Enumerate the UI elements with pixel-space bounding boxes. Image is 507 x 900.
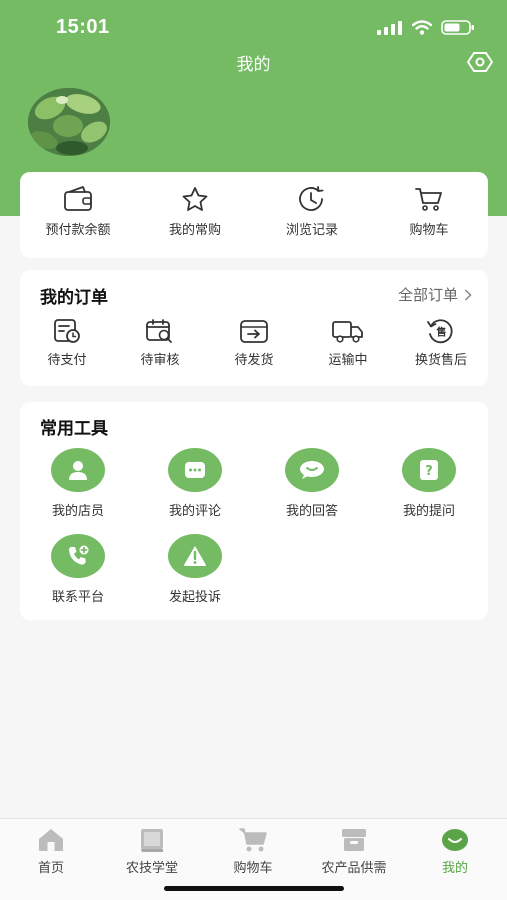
tools-card: 常用工具 我的店员 我的评论 我的回答 ? 我的提问 联系平台 发起投诉 bbox=[20, 402, 488, 620]
tools-title: 常用工具 bbox=[40, 419, 108, 438]
after-sales-icon: 售 bbox=[427, 319, 453, 344]
tool-label: 我的评论 bbox=[168, 503, 221, 518]
tool-label: 我的回答 bbox=[285, 503, 338, 518]
status-icons bbox=[377, 20, 475, 35]
pending-shipment-icon bbox=[240, 320, 268, 343]
tool-my-clerks[interactable]: 我的店员 bbox=[28, 448, 128, 519]
truck-icon bbox=[332, 321, 363, 343]
tab-label: 农产品供需 bbox=[321, 860, 387, 875]
order-pending-shipment[interactable]: 待发货 bbox=[214, 318, 294, 368]
cart-icon bbox=[415, 188, 442, 211]
order-in-transit[interactable]: 运输中 bbox=[308, 318, 388, 368]
order-status-label: 待支付 bbox=[47, 352, 87, 367]
svg-text:售: 售 bbox=[437, 326, 447, 339]
tool-icon-circle bbox=[51, 534, 105, 578]
answer-icon bbox=[300, 461, 324, 479]
book-icon bbox=[141, 829, 163, 852]
avatar-leaves-image bbox=[28, 88, 110, 156]
tool-label: 联系平台 bbox=[51, 589, 104, 604]
status-bar: 15:01 bbox=[0, 0, 507, 56]
tab-mine[interactable]: 我的 bbox=[405, 827, 505, 876]
tool-my-answers[interactable]: 我的回答 bbox=[262, 448, 362, 519]
pending-payment-icon bbox=[54, 319, 80, 343]
wifi-icon bbox=[412, 20, 432, 35]
orders-title: 我的订单 bbox=[40, 288, 108, 307]
home-indicator[interactable] bbox=[164, 886, 344, 891]
tab-label: 购物车 bbox=[233, 860, 273, 875]
comment-icon bbox=[185, 462, 205, 478]
phone-icon bbox=[69, 544, 90, 565]
status-time: 15:01 bbox=[56, 16, 110, 38]
frequent-purchases-button[interactable]: 我的常购 bbox=[140, 186, 250, 238]
page-title: 我的 bbox=[236, 55, 271, 74]
box-icon bbox=[342, 829, 366, 851]
tool-icon-circle: ? bbox=[402, 448, 456, 492]
tool-my-comments[interactable]: 我的评论 bbox=[145, 448, 245, 519]
avatar[interactable] bbox=[28, 88, 110, 156]
tab-label: 首页 bbox=[37, 860, 64, 875]
quick-link-label: 预付款余额 bbox=[45, 222, 111, 237]
battery-icon bbox=[441, 20, 474, 35]
tool-label: 我的店员 bbox=[51, 503, 104, 518]
tab-agri-school[interactable]: 农技学堂 bbox=[102, 827, 202, 876]
tool-icon-circle bbox=[285, 448, 339, 492]
tab-home[interactable]: 首页 bbox=[1, 827, 101, 876]
quick-link-label: 我的常购 bbox=[168, 222, 221, 237]
all-orders-label: 全部订单 bbox=[397, 287, 458, 304]
tab-label: 我的 bbox=[441, 860, 468, 875]
tool-icon-circle bbox=[168, 534, 222, 578]
svg-text:?: ? bbox=[425, 464, 433, 479]
order-status-label: 运输中 bbox=[328, 352, 368, 367]
tab-cart[interactable]: 购物车 bbox=[203, 827, 303, 876]
order-status-label: 待审核 bbox=[140, 352, 180, 367]
tab-label: 农技学堂 bbox=[125, 860, 178, 875]
quick-link-label: 购物车 bbox=[409, 222, 449, 237]
settings-icon bbox=[467, 52, 493, 72]
question-icon: ? bbox=[420, 460, 438, 480]
orders-card: 我的订单 全部订单 待支付 待审核 待发货 运输中 售 换货售后 bbox=[20, 270, 488, 386]
order-status-label: 换货售后 bbox=[414, 352, 467, 367]
order-after-sales[interactable]: 售 换货售后 bbox=[401, 318, 481, 368]
order-pending-payment[interactable]: 待支付 bbox=[27, 318, 107, 368]
settings-button[interactable] bbox=[467, 51, 493, 73]
person-icon bbox=[69, 461, 87, 480]
all-orders-link[interactable]: 全部订单 bbox=[398, 284, 472, 305]
tool-label: 发起投诉 bbox=[168, 589, 221, 604]
tool-contact-platform[interactable]: 联系平台 bbox=[28, 534, 128, 605]
pending-review-icon bbox=[146, 319, 172, 343]
signal-icon bbox=[377, 20, 402, 35]
smile-icon bbox=[442, 829, 468, 851]
tab-supply-demand[interactable]: 农产品供需 bbox=[304, 827, 404, 876]
tool-file-complaint[interactable]: 发起投诉 bbox=[145, 534, 245, 605]
order-status-label: 待发货 bbox=[234, 352, 274, 367]
warning-icon bbox=[184, 546, 206, 566]
tool-my-questions[interactable]: ? 我的提问 bbox=[379, 448, 479, 519]
quick-links-card: 预付款余额 我的常购 浏览记录 购物车 bbox=[20, 172, 488, 258]
browse-history-button[interactable]: 浏览记录 bbox=[257, 186, 367, 238]
tool-label: 我的提问 bbox=[402, 503, 455, 518]
chevron-right-icon bbox=[464, 288, 472, 301]
shopping-cart-button[interactable]: 购物车 bbox=[374, 186, 484, 238]
wallet-icon bbox=[64, 186, 92, 211]
tool-icon-circle bbox=[168, 448, 222, 492]
tool-icon-circle bbox=[51, 448, 105, 492]
star-icon bbox=[182, 187, 208, 211]
cart-icon bbox=[239, 828, 267, 852]
order-pending-review[interactable]: 待审核 bbox=[120, 318, 200, 368]
home-icon bbox=[39, 829, 63, 851]
prepaid-balance-button[interactable]: 预付款余额 bbox=[23, 186, 133, 238]
quick-link-label: 浏览记录 bbox=[285, 222, 338, 237]
history-icon bbox=[299, 186, 324, 211]
